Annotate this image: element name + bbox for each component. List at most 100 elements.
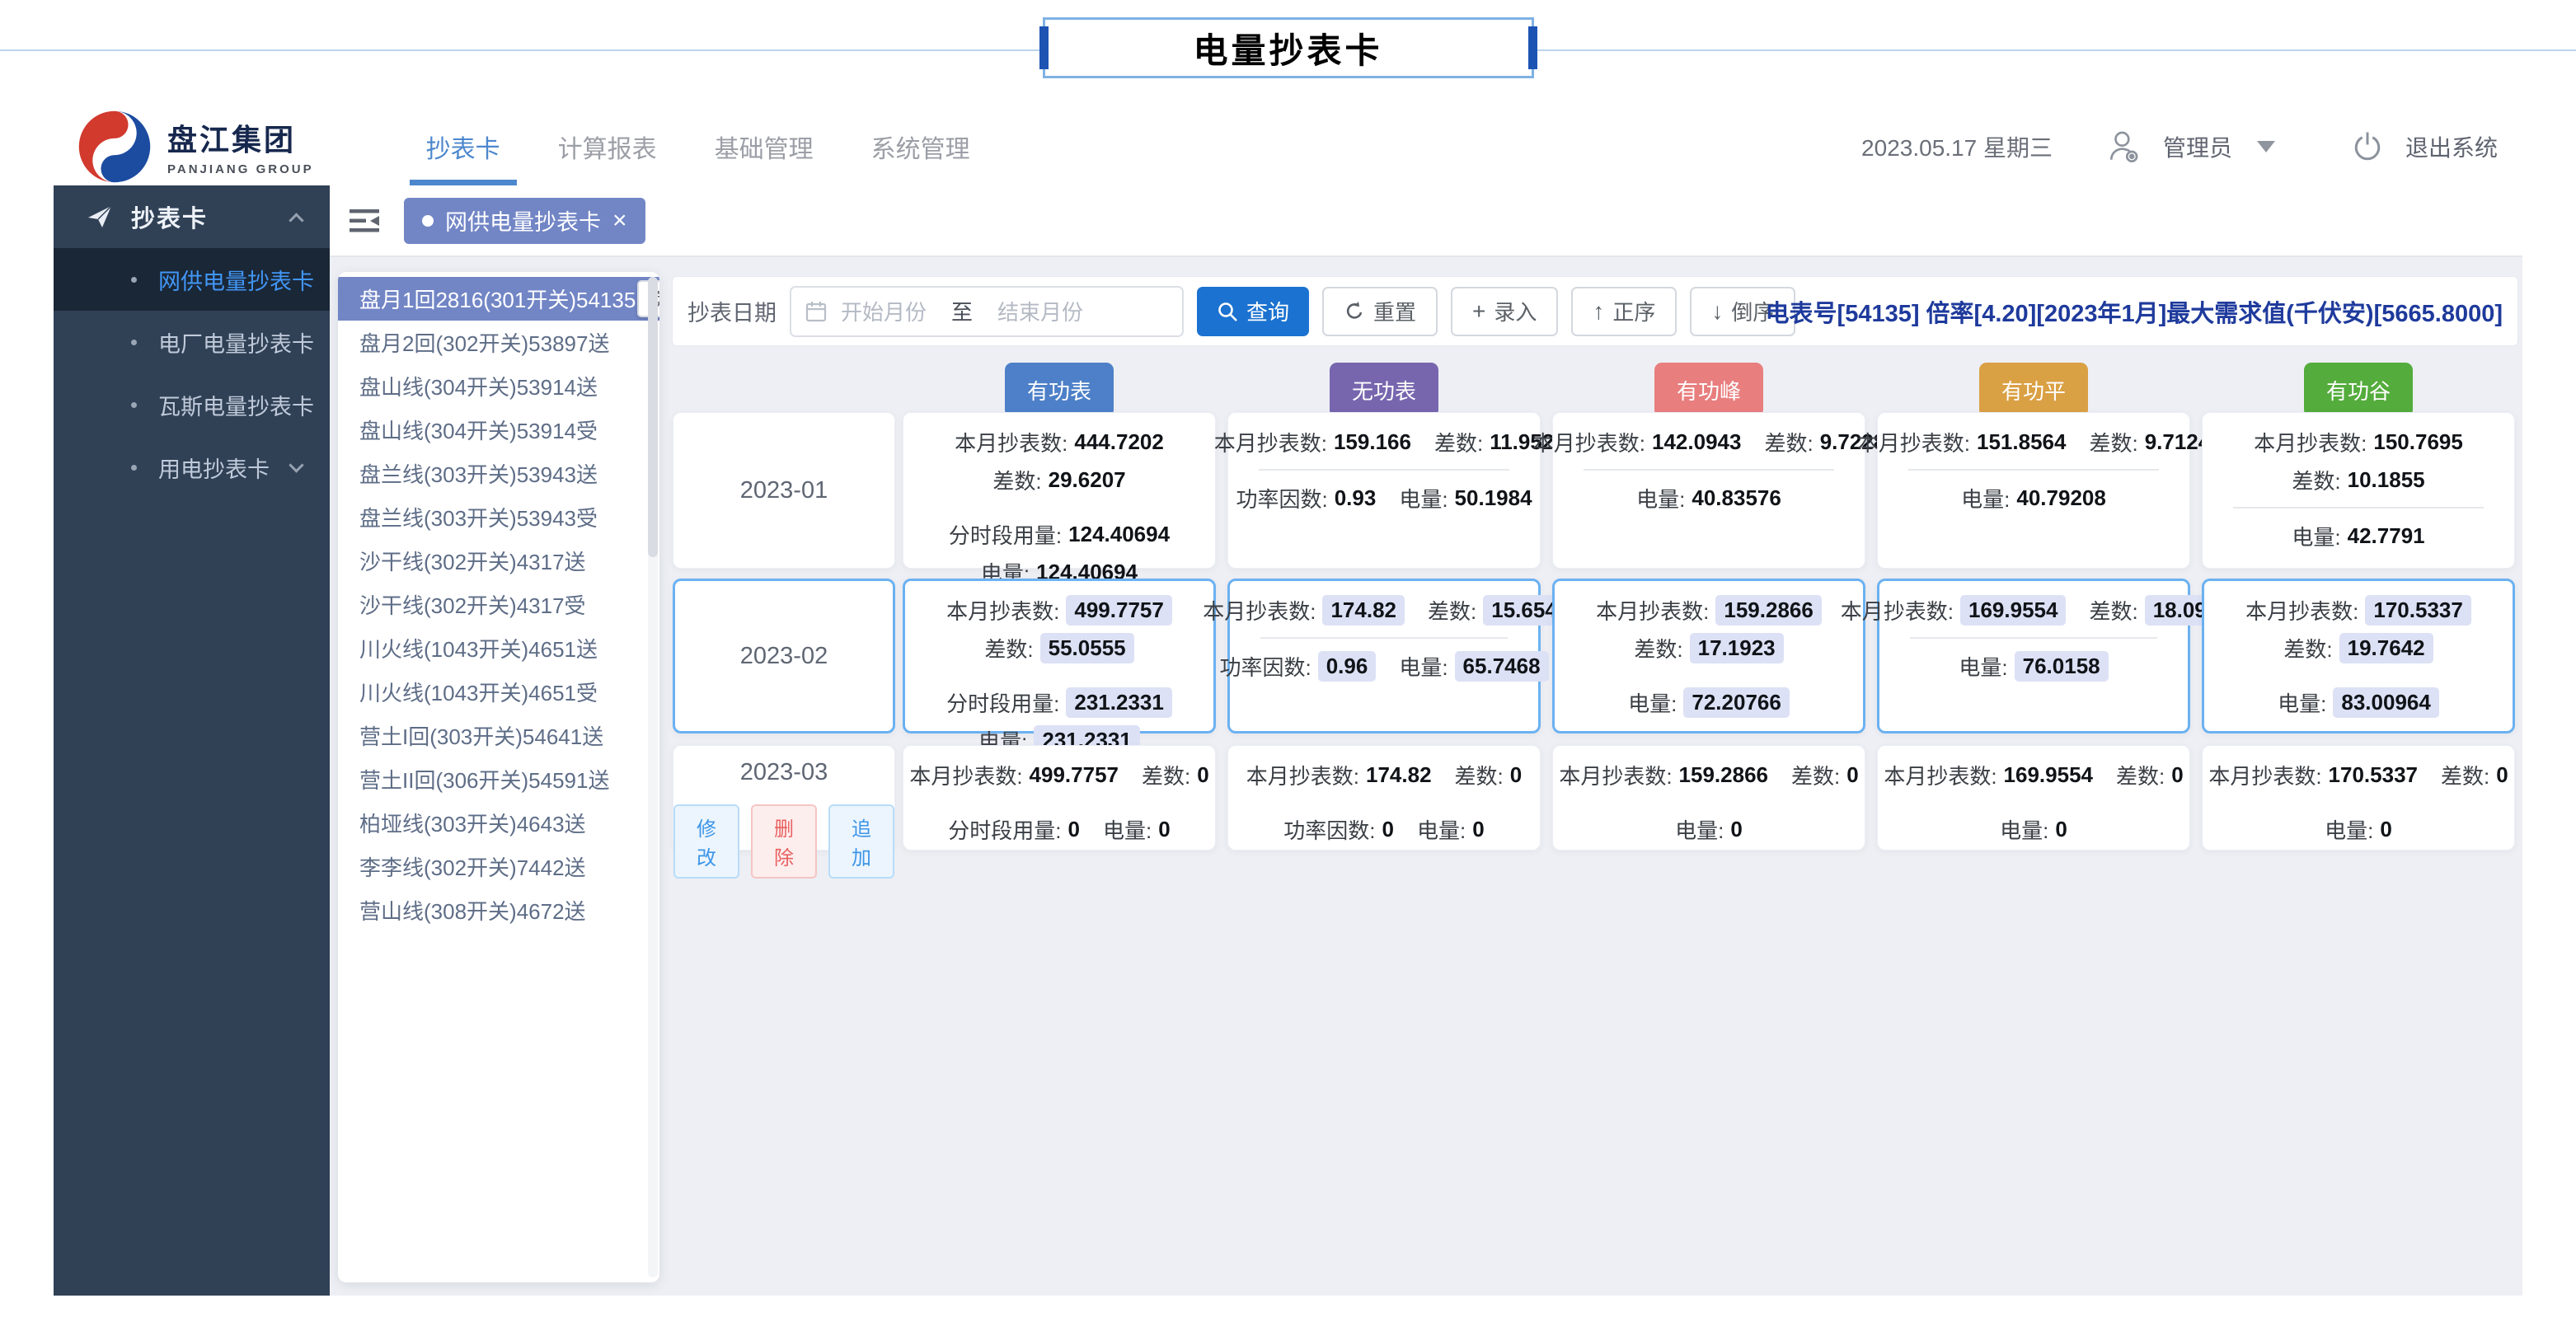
arrow-down-icon: ↓ bbox=[1711, 298, 1724, 324]
field-value: 169.9554 bbox=[2003, 762, 2093, 787]
bullet-icon bbox=[131, 276, 137, 283]
start-month-placeholder[interactable]: 开始月份 bbox=[841, 296, 927, 326]
nav-item-4[interactable]: 系统管理 bbox=[866, 107, 975, 185]
meter-line-label: 盘兰线(303开关)53943受 bbox=[359, 506, 598, 531]
delete-button[interactable]: 删除 bbox=[751, 804, 817, 879]
meter-line-item[interactable]: 李李线(302开关)7442送 bbox=[338, 845, 659, 888]
meter-line-item[interactable]: 盘月2回(302开关)53897送 bbox=[338, 321, 659, 364]
meter-line-label: 李李线(302开关)7442送 bbox=[359, 855, 586, 880]
meter-line-item[interactable]: 柏垭线(303开关)4643送 bbox=[338, 801, 659, 845]
label-value-pair: 分时段用量: 124.40694 bbox=[949, 519, 1170, 550]
label-value-pair: 差数: 10.1855 bbox=[2292, 465, 2424, 495]
user-menu[interactable]: 管理员 bbox=[2163, 130, 2232, 163]
field-label: 差数: bbox=[992, 468, 1042, 494]
data-line: 电量: 72.20766 bbox=[1571, 683, 1846, 721]
date-range-label: 抄表日期 bbox=[687, 301, 777, 326]
field-label: 本月抄表数: bbox=[1840, 598, 1954, 624]
label-value-pair: 差数: 55.0555 bbox=[984, 632, 1134, 663]
data-cell: 本月抄表数: 169.9554 差数: 18.099 电量: 76.0158 bbox=[1841, 579, 2227, 733]
label-value-pair: 本月抄表数: 159.2866 bbox=[1596, 594, 1822, 626]
sidebar-item-4[interactable]: 用电抄表卡 bbox=[54, 436, 330, 499]
field-label: 本月抄表数: bbox=[1532, 430, 1646, 456]
data-line: 本月抄表数: 150.7695 bbox=[2219, 423, 2498, 461]
query-button[interactable]: 查询 bbox=[1197, 286, 1310, 336]
chevron-up-icon bbox=[289, 212, 304, 228]
data-cell: 本月抄表数: 174.82 差数: 15.654 功率因数: 0.96 电量: 65.7468 bbox=[1203, 579, 1565, 733]
list-scrollbar[interactable] bbox=[648, 277, 658, 1277]
field-value: 142.0943 bbox=[1652, 429, 1742, 454]
append-button[interactable]: 追加 bbox=[828, 804, 894, 879]
data-line: 本月抄表数: 159.2866 bbox=[1571, 591, 1846, 629]
field-value: 0 bbox=[2171, 762, 2184, 787]
logout-button[interactable]: 退出系统 bbox=[2405, 130, 2498, 163]
field-value: 159.2866 bbox=[1678, 762, 1768, 787]
chevron-down-icon[interactable] bbox=[2256, 140, 2275, 152]
field-value: 170.5337 bbox=[2328, 762, 2418, 787]
field-value: 29.6207 bbox=[1048, 466, 1126, 492]
meter-line-item[interactable]: 沙干线(302开关)4317受 bbox=[338, 583, 659, 626]
data-line: 电量: 0 bbox=[1570, 810, 1848, 848]
collapse-sidebar-icon[interactable] bbox=[348, 207, 381, 235]
meter-line-item[interactable]: 川火线(1043开关)4651送 bbox=[338, 626, 659, 670]
button-label: 重置 bbox=[1373, 300, 1417, 325]
field-value: 0.96 bbox=[1317, 650, 1377, 682]
column-badge-2: 无功表 bbox=[1330, 363, 1438, 417]
nav-item-3[interactable]: 基础管理 bbox=[710, 107, 819, 185]
entry-button[interactable]: + 录入 bbox=[1451, 286, 1559, 336]
meter-line-item[interactable]: 盘山线(304开关)53914受 bbox=[338, 408, 659, 452]
label-value-pair: 电量: 42.7791 bbox=[2292, 521, 2424, 551]
meter-line-item[interactable]: 盘兰线(303开关)53943送 bbox=[338, 452, 659, 495]
data-line: 本月抄表数: 174.82 差数: 0 bbox=[1245, 756, 1523, 794]
meter-line-label: 川火线(1043开关)4651受 bbox=[359, 681, 598, 705]
meter-line-item[interactable]: 营土I回(303开关)54641送 bbox=[338, 714, 659, 757]
tab-active[interactable]: 网供电量抄表卡 bbox=[404, 197, 645, 244]
brand-text: 盘江集团 PANJIANG GROUP bbox=[167, 116, 314, 176]
nav-item-1[interactable]: 抄表卡 bbox=[409, 107, 517, 185]
tab-close-icon[interactable] bbox=[612, 209, 627, 233]
field-value: 231.2331 bbox=[1066, 687, 1172, 718]
plus-icon: + bbox=[1472, 298, 1486, 324]
sidebar-item-3[interactable]: 瓦斯电量抄表卡 bbox=[54, 373, 330, 436]
field-label: 电量: bbox=[1636, 486, 1686, 512]
sidebar-item-2[interactable]: 电厂电量抄表卡 bbox=[54, 311, 330, 373]
label-value-pair: 差数: 15.654 bbox=[1428, 594, 1565, 626]
label-value-pair: 差数: 0 bbox=[1455, 760, 1523, 790]
send-plane-icon bbox=[88, 205, 112, 227]
field-value: 10.1855 bbox=[2347, 466, 2425, 492]
meter-line-label: 盘兰线(303开关)53943送 bbox=[359, 462, 598, 487]
meter-line-item[interactable]: 盘月1回2816(301开关)54135换表 bbox=[338, 277, 659, 321]
field-label: 差数: bbox=[1764, 430, 1814, 456]
list-scrollbar-thumb[interactable] bbox=[648, 277, 658, 557]
month-cell: 2023-03 修改 删除 追加 bbox=[673, 745, 895, 879]
meter-line-item[interactable]: 营土II回(306开关)54591送 bbox=[338, 757, 659, 801]
data-line: 本月抄表数: 169.9554 差数: 18.099 bbox=[1841, 591, 2227, 629]
label-value-pair: 本月抄表数: 169.9554 bbox=[1840, 594, 2067, 626]
sort-asc-button[interactable]: ↑ 正序 bbox=[1571, 286, 1677, 336]
meter-line-item[interactable]: 盘兰线(303开关)53943受 bbox=[338, 495, 659, 539]
field-label: 差数: bbox=[2089, 430, 2138, 456]
meter-line-item[interactable]: 沙干线(302开关)4317送 bbox=[338, 539, 659, 583]
meter-line-label: 沙干线(302开关)4317受 bbox=[359, 593, 586, 618]
nav-item-2[interactable]: 计算报表 bbox=[553, 107, 662, 185]
month-actions: 修改 删除 追加 bbox=[673, 804, 894, 879]
field-value: 0 bbox=[2055, 816, 2067, 841]
data-line: 本月抄表数: 499.7757 差数: 0 bbox=[909, 756, 1208, 794]
reset-button[interactable]: 重置 bbox=[1322, 286, 1438, 336]
edit-button[interactable]: 修改 bbox=[673, 804, 739, 879]
meter-line-item[interactable]: 川火线(1043开关)4651受 bbox=[338, 670, 659, 714]
date-range-input[interactable]: 开始月份 至 结束月份 bbox=[790, 285, 1184, 337]
end-month-placeholder[interactable]: 结束月份 bbox=[997, 296, 1083, 326]
power-icon bbox=[2354, 132, 2381, 160]
data-line: 差数: 10.1855 bbox=[2219, 461, 2498, 499]
data-line: 电量: 76.0158 bbox=[1896, 647, 2171, 685]
sidebar-root-menu[interactable]: 抄表卡 bbox=[54, 185, 330, 248]
meter-line-item[interactable]: 营山线(308开关)4672送 bbox=[338, 888, 659, 932]
field-label: 电量: bbox=[1628, 691, 1677, 716]
meter-line-item[interactable]: 盘山线(304开关)53914送 bbox=[338, 364, 659, 408]
sidebar-item-1[interactable]: 网供电量抄表卡 bbox=[54, 248, 330, 311]
field-label: 差数: bbox=[1428, 598, 1477, 624]
meter-line-label: 营土I回(303开关)54641送 bbox=[359, 724, 604, 749]
field-label: 电量: bbox=[2278, 691, 2327, 716]
field-label: 电量: bbox=[1417, 818, 1466, 843]
card-divider bbox=[1909, 637, 2158, 639]
